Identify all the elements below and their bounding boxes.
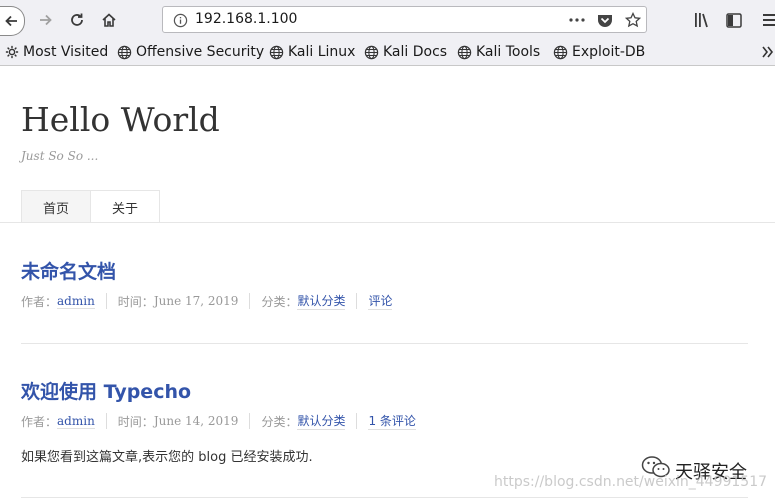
bookmark-kali-tools[interactable]: Kali Tools — [457, 43, 540, 61]
globe-icon — [457, 45, 472, 59]
meta-divider — [249, 293, 251, 309]
browser-toolbar: 192.168.1.100 — [0, 0, 775, 40]
globe-icon — [553, 45, 568, 59]
back-button[interactable] — [0, 6, 25, 36]
bookmark-label: Kali Docs — [383, 44, 448, 60]
bookmark-label: Exploit-DB — [572, 44, 646, 60]
author-link[interactable]: admin — [57, 294, 95, 309]
nav-tab-about[interactable]: 关于 — [90, 190, 160, 223]
gear-icon — [5, 45, 19, 59]
category-label: 分类： — [261, 294, 298, 309]
globe-icon — [117, 45, 132, 59]
bookmark-star-icon[interactable] — [624, 11, 642, 29]
time-label: 时间： — [117, 414, 154, 429]
post-author: 作者： admin — [21, 293, 95, 310]
forward-button[interactable] — [32, 7, 58, 33]
post-meta: 作者： admin 时间： June 14, 2019 分类： 默认分类 1 条… — [21, 412, 416, 430]
bookmarks-bar: Most Visited Offensive Security Kali Lin… — [0, 40, 775, 66]
bookmarks-overflow-button[interactable] — [762, 43, 775, 61]
globe-icon — [364, 45, 379, 59]
bookmark-kali-linux[interactable]: Kali Linux — [269, 43, 355, 61]
post-category: 分类： 默认分类 — [261, 412, 346, 430]
site-description: Just So So ... — [21, 149, 99, 163]
double-chevron-right-icon — [762, 46, 774, 58]
library-icon[interactable] — [691, 8, 715, 32]
nav-tab-home[interactable]: 首页 — [21, 190, 91, 223]
url-bar[interactable]: 192.168.1.100 — [162, 6, 647, 33]
reload-button[interactable] — [64, 7, 90, 33]
post-date: 时间： June 14, 2019 — [118, 413, 239, 430]
info-icon[interactable] — [171, 11, 189, 29]
pocket-icon[interactable] — [596, 11, 614, 29]
comments-link[interactable]: 评论 — [368, 292, 393, 310]
meta-divider — [356, 413, 358, 429]
menu-icon[interactable] — [758, 8, 775, 32]
bookmark-offensive-security[interactable]: Offensive Security — [117, 43, 264, 61]
bookmark-most-visited[interactable]: Most Visited — [5, 43, 108, 61]
date-value: June 17, 2019 — [153, 294, 239, 308]
forward-arrow-icon — [40, 14, 52, 26]
category-link[interactable]: 默认分类 — [297, 292, 346, 310]
time-label: 时间： — [117, 294, 154, 309]
category-label: 分类： — [261, 414, 298, 429]
watermark-url: https://blog.csdn.net/weixin_44991517 — [494, 474, 768, 490]
globe-icon — [269, 45, 284, 59]
bookmark-label: Kali Linux — [288, 44, 356, 60]
author-label: 作者： — [21, 414, 58, 429]
sidebar-icon[interactable] — [722, 8, 746, 32]
category-link[interactable]: 默认分类 — [297, 412, 346, 430]
back-arrow-icon — [5, 15, 17, 27]
meta-divider — [105, 293, 107, 309]
bookmark-kali-docs[interactable]: Kali Docs — [364, 43, 447, 61]
url-text[interactable]: 192.168.1.100 — [195, 11, 297, 27]
meta-divider — [249, 413, 251, 429]
page-actions-icon[interactable] — [568, 11, 586, 29]
site-title[interactable]: Hello World — [21, 100, 220, 139]
bookmark-exploit-db[interactable]: Exploit-DB — [553, 43, 645, 61]
post-author: 作者： admin — [21, 413, 95, 430]
comments-link[interactable]: 1 条评论 — [368, 412, 416, 430]
meta-divider — [356, 293, 358, 309]
home-icon — [102, 13, 116, 27]
bookmark-label: Offensive Security — [136, 44, 265, 60]
date-value: June 14, 2019 — [153, 414, 239, 428]
nav-divider — [0, 222, 775, 223]
post-date: 时间： June 17, 2019 — [118, 293, 239, 310]
reload-icon — [71, 13, 83, 26]
post-excerpt: 如果您看到这篇文章,表示您的 blog 已经安装成功. — [21, 450, 313, 465]
meta-divider — [105, 413, 107, 429]
home-button[interactable] — [96, 7, 122, 33]
post-separator — [21, 343, 748, 344]
post-separator — [21, 497, 748, 498]
post-category: 分类： 默认分类 — [261, 292, 346, 310]
bookmark-label: Most Visited — [23, 44, 109, 60]
post-meta: 作者： admin 时间： June 17, 2019 分类： 默认分类 评论 — [21, 292, 393, 310]
bookmark-label: Kali Tools — [476, 44, 541, 60]
author-link[interactable]: admin — [57, 414, 95, 429]
author-label: 作者： — [21, 294, 58, 309]
post-title[interactable]: 未命名文档 — [21, 257, 116, 284]
post-title[interactable]: 欢迎使用 Typecho — [21, 377, 191, 404]
